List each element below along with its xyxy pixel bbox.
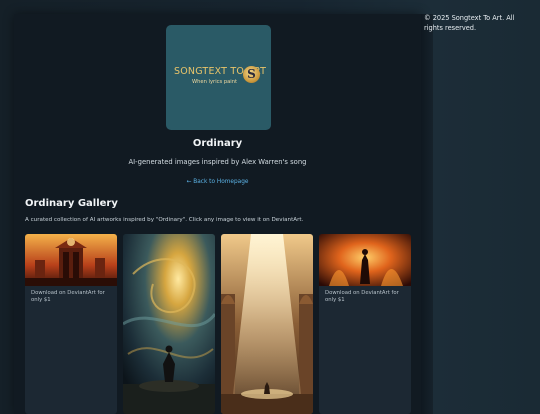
logo-badge-icon: S: [243, 66, 260, 83]
card-caption: Download on DeviantArt for only $1: [31, 290, 105, 303]
page-subtitle: AI-generated images inspired by Alex War…: [128, 158, 307, 166]
gallery-image-fire-figure: [319, 234, 411, 286]
gallery-image-cosmic-figure: [123, 234, 215, 414]
gallery-image-light-corridor: [221, 234, 313, 414]
card-caption: Download on DeviantArt for only $1: [325, 290, 399, 303]
site-logo[interactable]: SONGTEXT TO ART When lyrics paint S: [166, 25, 271, 130]
gallery-card[interactable]: Download on DeviantArt for only $1: [25, 234, 117, 414]
panel-edge: [421, 14, 433, 414]
logo-tagline: When lyrics paint: [192, 79, 238, 85]
main-panel: SONGTEXT TO ART When lyrics paint S Ordi…: [14, 14, 421, 414]
footer-copyright: © 2025 Songtext To Art. All rights reser…: [424, 14, 515, 32]
gallery-description: A curated collection of AI artworks insp…: [25, 217, 304, 223]
gallery-title: Ordinary Gallery: [25, 198, 118, 209]
gallery-card[interactable]: Download on DeviantArt for only $1: [319, 234, 411, 414]
gallery-card[interactable]: [221, 234, 313, 414]
page-title: Ordinary: [192, 138, 243, 149]
back-to-homepage-link[interactable]: ← Back to Homepage: [14, 179, 421, 185]
gallery-card[interactable]: [123, 234, 215, 414]
gallery-image-fire-temple: [25, 234, 117, 286]
